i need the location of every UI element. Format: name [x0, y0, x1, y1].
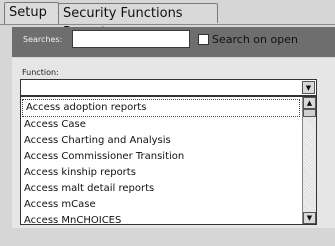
list-item[interactable]: Access kinship reports: [21, 165, 301, 181]
scroll-track[interactable]: [303, 109, 316, 212]
chevron-down-icon[interactable]: ▼: [302, 81, 315, 94]
tab-setup[interactable]: Setup: [4, 2, 59, 24]
search-input[interactable]: [72, 30, 190, 48]
list-item[interactable]: Access Commissioner Transition: [21, 149, 301, 165]
vertical-scrollbar[interactable]: ▲ ▼: [302, 97, 316, 224]
tab-divider: [0, 24, 335, 25]
function-label: Function:: [22, 68, 59, 77]
searches-label: Searches:: [23, 35, 63, 44]
tab-bar: Setup Security Functions Report: [0, 0, 335, 40]
function-list[interactable]: Access adoption reports Access Case Acce…: [20, 96, 317, 225]
list-item[interactable]: Access Case: [21, 117, 301, 133]
chevron-down-icon[interactable]: ▼: [303, 212, 316, 224]
list-item[interactable]: Access Charting and Analysis: [21, 133, 301, 149]
list-item[interactable]: Access mCase: [21, 197, 301, 213]
search-panel: Searches: Search on open: [12, 27, 335, 57]
scroll-thumb[interactable]: [303, 109, 316, 117]
search-on-open-checkbox[interactable]: [198, 34, 209, 45]
tab-security-functions-report[interactable]: Security Functions Report: [58, 3, 218, 40]
search-on-open-label[interactable]: Search on open: [212, 33, 298, 46]
chevron-up-icon[interactable]: ▲: [303, 97, 316, 109]
function-select[interactable]: ▼: [20, 79, 317, 96]
function-panel: Function: ▼ Access adoption reports Acce…: [12, 58, 335, 246]
list-item[interactable]: Access MnCHOICES: [21, 213, 301, 224]
list-item[interactable]: Access malt detail reports: [21, 181, 301, 197]
list-item[interactable]: Access adoption reports: [22, 99, 300, 117]
bottom-strip: [0, 228, 335, 246]
